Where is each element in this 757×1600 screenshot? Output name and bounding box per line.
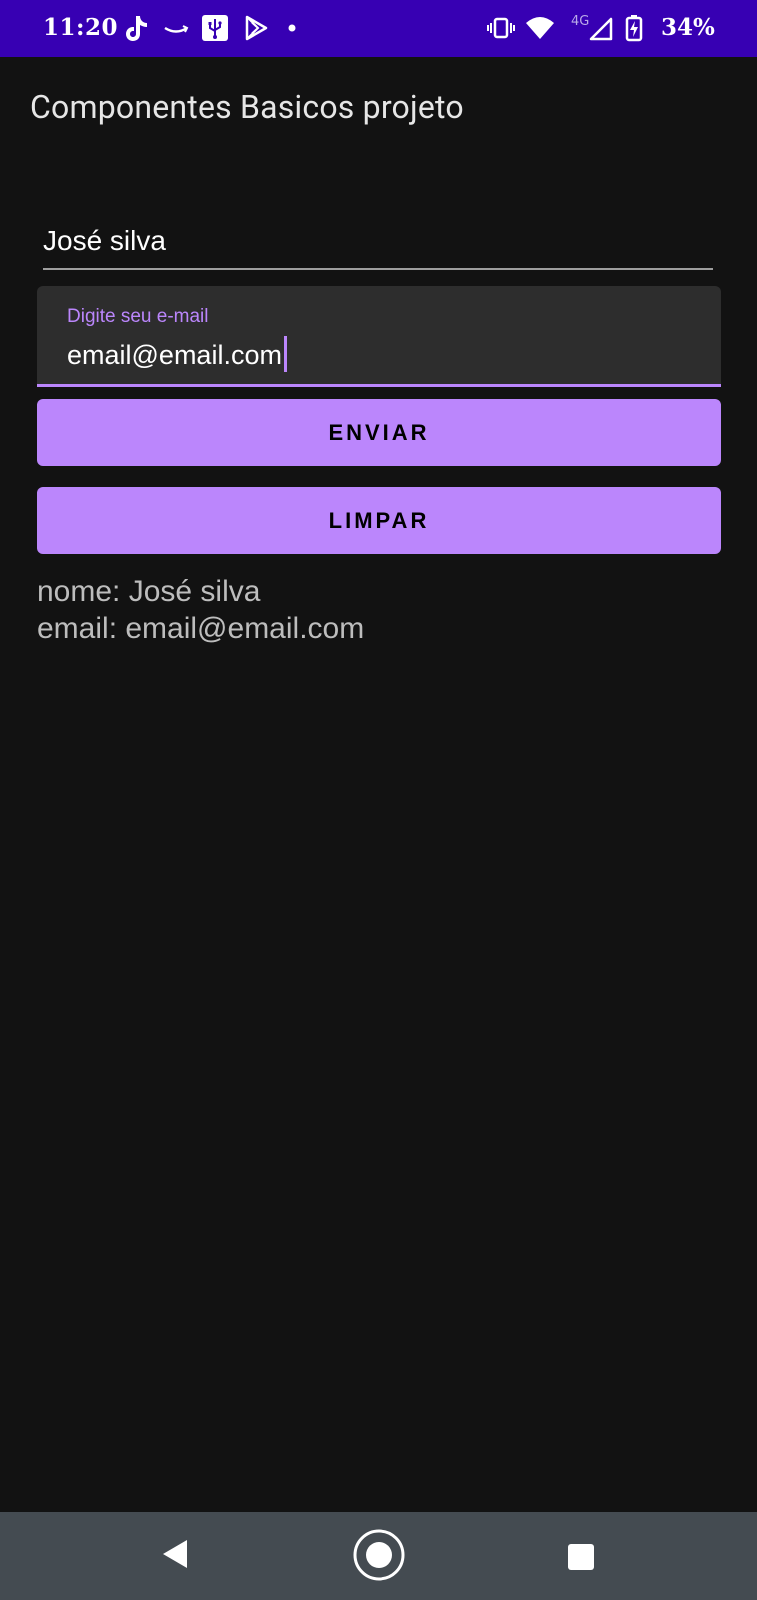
output-text: nome: José silva email: email@email.com [37, 573, 364, 647]
status-network: 4G [571, 14, 590, 29]
text-cursor [283, 336, 287, 372]
back-icon[interactable] [160, 1536, 190, 1572]
status-battery: 34% [661, 14, 715, 41]
clear-button[interactable]: LIMPAR [37, 487, 721, 554]
email-field-label: Digite seu e-mail [67, 306, 209, 327]
status-time: 11:20 [43, 14, 119, 41]
send-button[interactable]: ENVIAR [37, 399, 721, 466]
email-field-value-wrapper: email@email.com [67, 336, 287, 372]
output-email-line: email: email@email.com [37, 612, 365, 645]
amazon-icon [164, 25, 189, 33]
vibrate-icon [487, 17, 515, 39]
notification-dot-icon [288, 24, 296, 32]
signal-icon [589, 17, 613, 41]
name-field[interactable]: José silva [43, 215, 713, 270]
output-name-line: nome: José silva [37, 575, 261, 608]
usb-icon [202, 15, 228, 41]
recents-icon[interactable] [566, 1542, 596, 1572]
play-store-icon [245, 15, 268, 41]
navigation-bar [0, 1512, 757, 1600]
name-field-value: José silva [43, 225, 166, 256]
page-title: Componentes Basicos projeto [30, 88, 464, 126]
wifi-icon [526, 17, 554, 39]
email-field[interactable]: Digite seu e-mail email@email.com [37, 286, 721, 387]
status-bar: 11:20 4G 34% [0, 0, 757, 57]
tiktok-icon [126, 16, 147, 41]
home-icon[interactable] [352, 1528, 406, 1582]
email-field-value: email@email.com [67, 340, 282, 370]
battery-icon [625, 15, 643, 42]
